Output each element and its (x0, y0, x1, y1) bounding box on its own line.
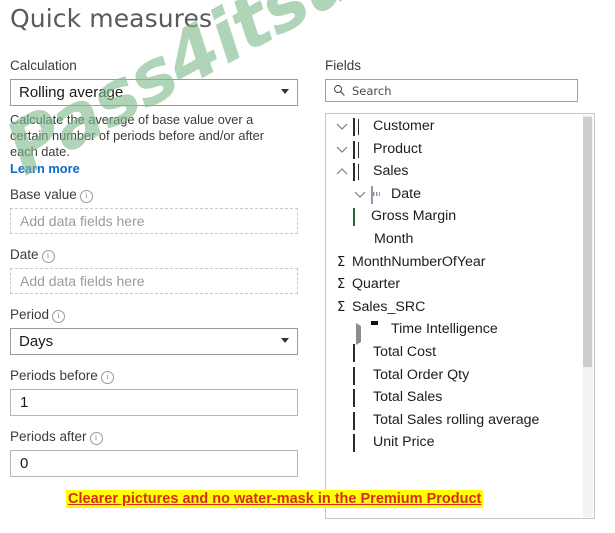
field-list-item-label: Month (374, 230, 414, 247)
chevron-down-icon (281, 338, 289, 343)
info-icon[interactable]: i (100, 371, 114, 384)
periods-before-label: Periods before i (10, 368, 298, 384)
table-icon (353, 163, 355, 182)
promo-banner: Clearer pictures and no water-mask in th… (66, 490, 484, 508)
calculator-icon (353, 434, 355, 453)
field-list-item[interactable]: Total Order Qty (326, 365, 578, 388)
page-title: Quick measures (10, 4, 213, 33)
date-label-text: Date (10, 247, 39, 262)
calculation-selected-value: Rolling average (19, 84, 124, 101)
field-list-item[interactable]: Product (326, 139, 578, 162)
chevron-down-icon[interactable] (354, 189, 366, 200)
periods-after-input[interactable]: 0 (10, 450, 298, 477)
field-list-item[interactable]: Total Cost (326, 342, 578, 365)
field-list-item[interactable]: Total Sales rolling average (326, 410, 578, 433)
field-list-item-label: Total Cost (373, 343, 437, 360)
calculator-icon (353, 389, 355, 408)
quick-measures-dialog: Quick measures Calculation Rolling avera… (0, 0, 615, 533)
period-selected-value: Days (19, 333, 54, 350)
period-dropdown[interactable]: Days (10, 328, 298, 355)
field-list-item-label: Unit Price (373, 434, 435, 451)
field-list-item-label: MonthNumberOfYear (352, 253, 486, 270)
info-icon[interactable]: i (79, 190, 93, 203)
field-list-item-label: Total Sales (373, 389, 443, 406)
date-label: Date i (10, 247, 298, 263)
search-input[interactable]: Search (325, 79, 578, 102)
field-list-item-label: Time Intelligence (391, 321, 498, 338)
learn-more-link[interactable]: Learn more (10, 161, 80, 176)
search-icon (334, 85, 345, 96)
scrollbar-thumb[interactable] (583, 117, 592, 367)
field-list-item-label: Total Sales rolling average (373, 411, 540, 428)
chevron-up-icon[interactable] (336, 166, 348, 177)
table-icon (353, 140, 355, 159)
field-list-item-label: Date (391, 185, 421, 202)
scrollbar-track[interactable] (583, 115, 593, 517)
calculator-icon (353, 366, 355, 385)
periods-before-value: 1 (20, 394, 29, 411)
periods-after-label-text: Periods after (10, 429, 87, 444)
periods-before-label-text: Periods before (10, 368, 98, 383)
field-list-item[interactable]: Date (326, 184, 578, 207)
field-list-item-label: Total Order Qty (373, 366, 470, 383)
info-icon[interactable]: i (52, 310, 66, 323)
calculator-icon (353, 343, 355, 362)
calendar-icon (371, 185, 373, 204)
table-icon (353, 118, 355, 136)
fields-heading: Fields (325, 58, 362, 73)
base-value-label: Base value i (10, 187, 298, 203)
period-label: Period i (10, 307, 298, 323)
calculation-label: Calculation (10, 58, 298, 74)
left-pane: Calculation Rolling average Calculate th… (10, 58, 298, 477)
field-list-item[interactable]: Month (326, 229, 578, 252)
field-list-item[interactable]: Σ Sales_SRC (326, 297, 578, 320)
chevron-down-icon[interactable] (336, 121, 348, 132)
chevron-down-icon (281, 89, 289, 94)
date-dropzone[interactable]: Add data fields here (10, 268, 298, 294)
field-list-item-label: Sales_SRC (352, 298, 426, 315)
field-list-item[interactable]: Gross Margin (326, 206, 578, 229)
calculator-icon (353, 411, 355, 430)
sigma-icon: Σ (337, 254, 346, 270)
chevron-down-icon[interactable] (336, 144, 348, 155)
sigma-icon: Σ (337, 299, 346, 315)
field-list-item[interactable]: Σ MonthNumberOfYear (326, 252, 578, 275)
base-value-label-text: Base value (10, 187, 77, 202)
info-icon[interactable]: i (41, 250, 55, 263)
field-list-item-label: Gross Margin (371, 208, 457, 225)
fields-pane: Fields Search (325, 58, 595, 102)
periods-after-label: Periods after i (10, 429, 298, 445)
calculation-dropdown[interactable]: Rolling average (10, 79, 298, 106)
info-icon[interactable]: i (89, 432, 103, 445)
field-list-item[interactable]: Unit Price (326, 432, 578, 455)
field-list-item-label: Sales (373, 163, 409, 180)
field-list-item-label: Product (373, 140, 422, 157)
base-value-placeholder: Add data fields here (20, 213, 145, 229)
field-list-item[interactable]: Total Sales (326, 387, 578, 410)
search-placeholder: Search (352, 84, 392, 98)
fields-list[interactable]: Customer Product Sales Date Gross Margin Mont… (325, 113, 595, 519)
base-value-dropzone[interactable]: Add data fields here (10, 208, 298, 234)
period-label-text: Period (10, 307, 50, 322)
periods-after-value: 0 (20, 455, 29, 472)
field-list-item-label: Customer (373, 118, 435, 134)
calculation-label-text: Calculation (10, 58, 77, 73)
calculation-description: Calculate the average of base value over… (10, 112, 264, 159)
field-list-item[interactable]: Σ Quarter (326, 274, 578, 297)
field-list-item-label: Quarter (352, 276, 401, 293)
field-list-item[interactable]: Customer (326, 116, 578, 139)
triangle-right-icon[interactable] (356, 323, 367, 346)
date-placeholder: Add data fields here (20, 273, 145, 289)
field-list-item[interactable]: Time Intelligence (326, 319, 578, 346)
field-list-item[interactable]: Sales (326, 161, 578, 184)
fields-row-container: Customer Product Sales Date Gross Margin Mont… (326, 116, 578, 455)
sigma-icon: Σ (337, 277, 346, 293)
calculator-icon (353, 208, 355, 227)
periods-before-input[interactable]: 1 (10, 389, 298, 416)
